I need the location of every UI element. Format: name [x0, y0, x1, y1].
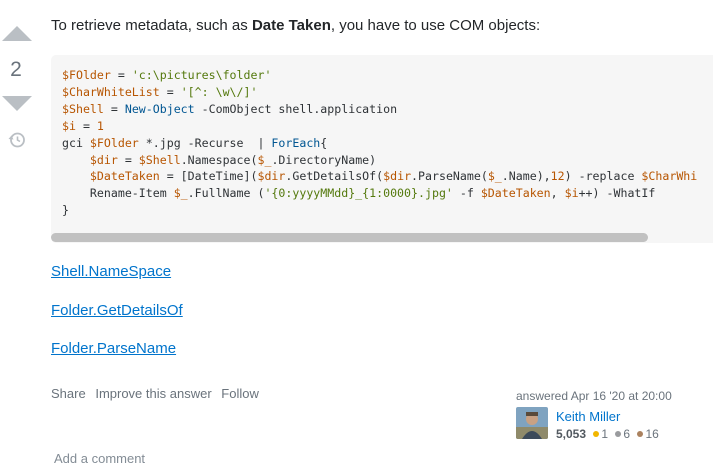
- code-block: $FOlder = 'c:\pictures\folder' $CharWhit…: [51, 55, 713, 243]
- post-menu: Share Improve this answer Follow: [51, 386, 265, 401]
- link-folder-parsename[interactable]: Folder.ParseName: [51, 340, 176, 357]
- gold-badge-icon: [593, 431, 600, 438]
- code-line: $Shell = New-Object -ComObject shell.app…: [62, 101, 398, 116]
- silver-badge-icon: [615, 431, 622, 438]
- improve-answer-link[interactable]: Improve this answer: [95, 386, 211, 401]
- code-snippet: $FOlder = 'c:\pictures\folder' $CharWhit…: [62, 67, 697, 219]
- vote-count: 2: [10, 58, 22, 81]
- share-link[interactable]: Share: [51, 386, 86, 401]
- reputation: 5,053: [556, 427, 587, 441]
- code-line: }: [62, 203, 69, 218]
- code-line: $i = 1: [62, 118, 104, 133]
- bronze-badge-count: 16: [645, 427, 659, 441]
- horizontal-scrollbar[interactable]: [51, 231, 713, 243]
- history-icon[interactable]: [8, 131, 26, 149]
- arrow-up-icon[interactable]: [2, 26, 32, 41]
- link-shell-namespace[interactable]: Shell.NameSpace: [51, 263, 171, 280]
- silver-badge-count: 6: [623, 427, 631, 441]
- arrow-down-icon[interactable]: [2, 96, 32, 111]
- code-line: $DateTaken = [DateTime]($dir.GetDetailsO…: [89, 169, 698, 184]
- intro-emphasis: Date Taken: [251, 17, 331, 34]
- code-line: $CharWhiteList = '[^: \w\/]': [62, 84, 258, 99]
- user-stats: 5,053 1 6 16: [556, 427, 659, 441]
- follow-link[interactable]: Follow: [221, 386, 259, 401]
- answered-timestamp: answered Apr 16 '20 at 20:00: [516, 389, 672, 403]
- code-line: $FOlder = 'c:\pictures\folder': [62, 68, 272, 82]
- code-line: gci $FOlder *.jpg -Recurse | ForEach{: [62, 135, 328, 150]
- avatar[interactable]: [516, 407, 548, 439]
- link-folder-getdetailsof[interactable]: Folder.GetDetailsOf: [51, 302, 183, 319]
- user-name[interactable]: Keith Miller: [556, 409, 620, 424]
- answer-intro: To retrieve metadata, such as Date Taken…: [51, 17, 541, 34]
- scrollbar-thumb[interactable]: [51, 233, 648, 242]
- gold-badge-count: 1: [601, 427, 609, 441]
- add-comment-link[interactable]: Add a comment: [54, 451, 145, 466]
- bronze-badge-icon: [637, 431, 644, 438]
- code-line: Rename-Item $_.FullName ('{0:yyyyMMdd}_{…: [62, 186, 656, 201]
- code-line: $dir = $Shell.Namespace($_.DirectoryName…: [89, 152, 377, 167]
- user-card: answered Apr 16 '20 at 20:00 Keith Mille…: [516, 389, 706, 441]
